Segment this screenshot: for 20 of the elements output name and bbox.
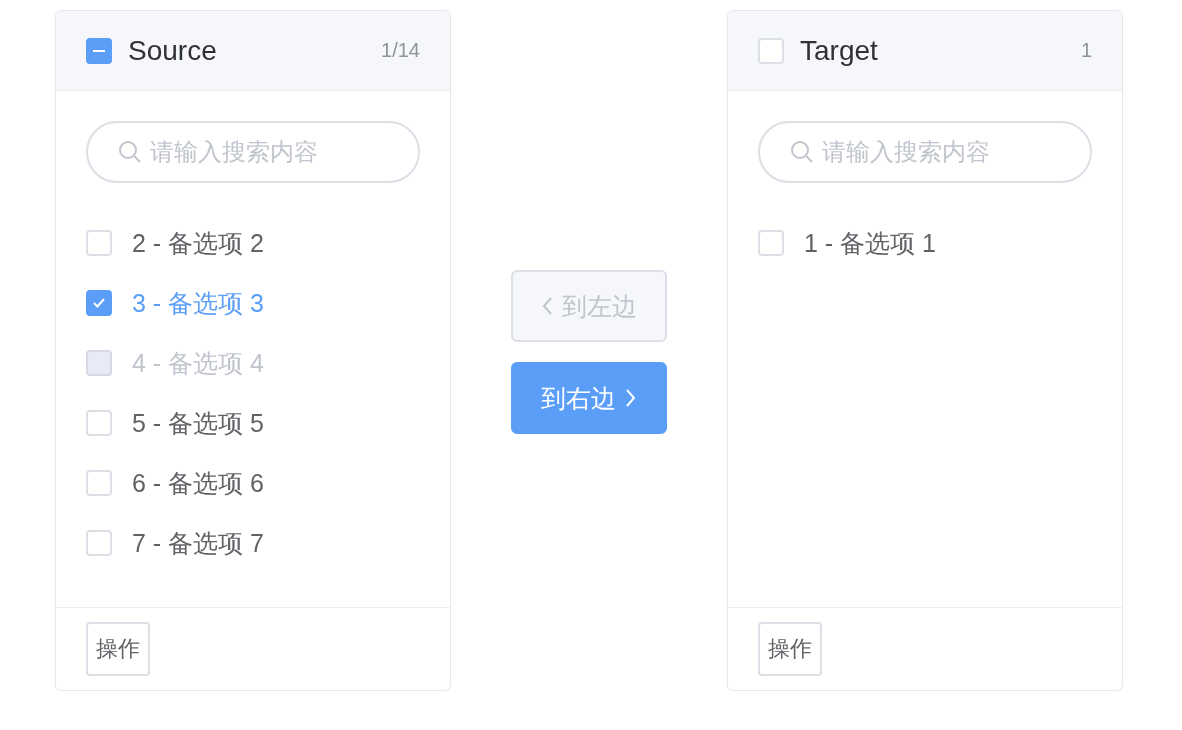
option-label[interactable]: 6 - 备选项 6 — [132, 466, 264, 500]
checkbox[interactable] — [86, 290, 112, 316]
panel-title: Source — [128, 34, 218, 67]
option-label[interactable]: 1 - 备选项 1 — [804, 226, 936, 260]
search-field[interactable]: 请输入搜索内容 — [758, 121, 1092, 183]
option-label[interactable]: 5 - 备选项 5 — [132, 406, 264, 440]
option-label[interactable]: 2 - 备选项 2 — [132, 226, 264, 260]
check-icon — [92, 297, 106, 309]
chevron-left-icon — [541, 296, 554, 316]
item-count: 1 — [1080, 39, 1092, 62]
action-button[interactable]: 操作 — [758, 622, 822, 676]
chevron-right-icon — [624, 388, 637, 408]
search-icon — [790, 140, 814, 164]
item-count: 1/14 — [381, 39, 420, 62]
action-button[interactable]: 操作 — [86, 622, 150, 676]
panel-title: Target — [800, 34, 879, 67]
search-field[interactable]: 请输入搜索内容 — [86, 121, 420, 183]
checkbox[interactable] — [86, 37, 112, 64]
option-label[interactable]: 7 - 备选项 7 — [132, 526, 264, 560]
search-icon — [118, 140, 142, 164]
